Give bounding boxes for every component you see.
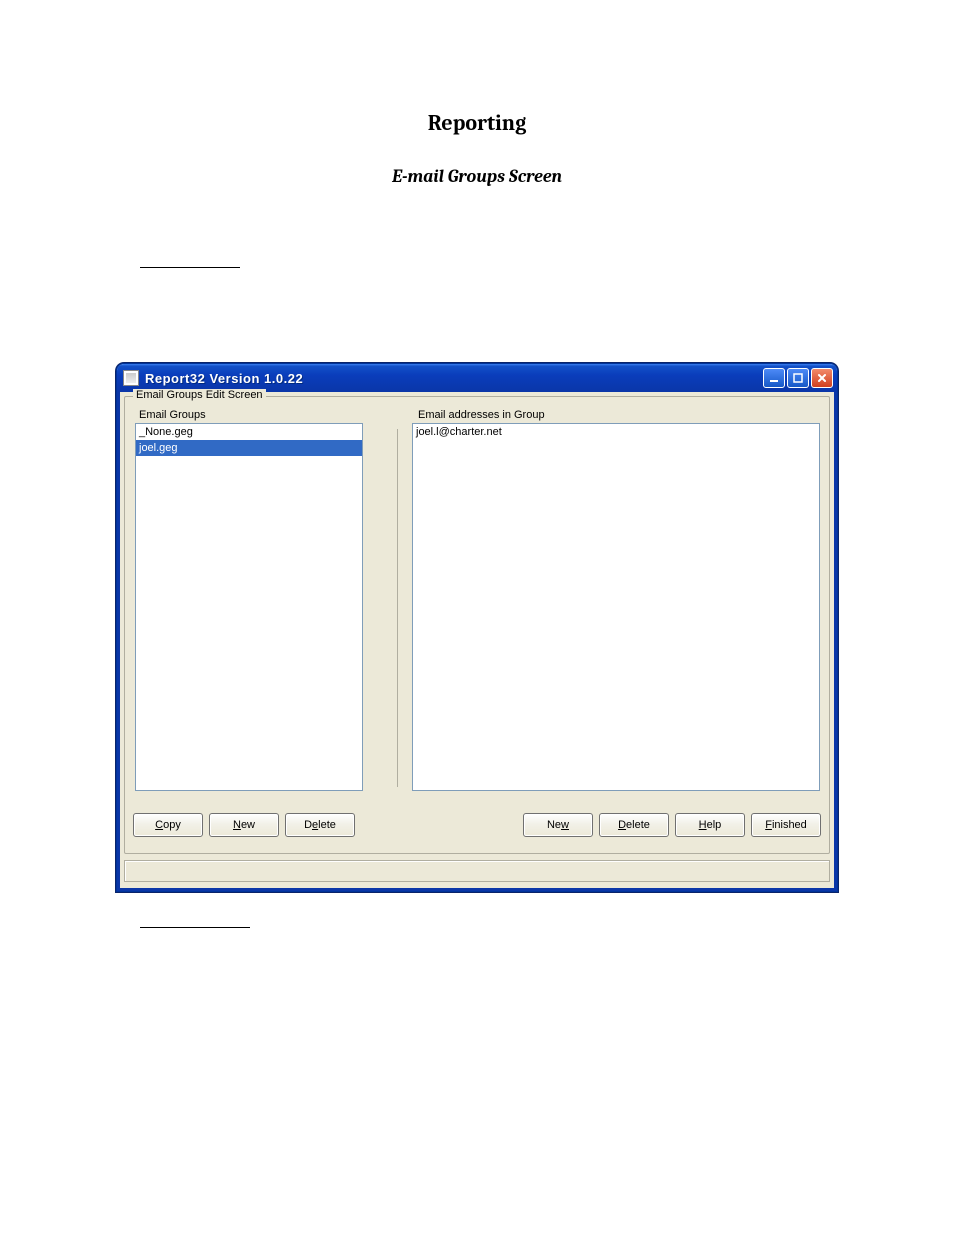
app-window: Report32 Version 1.0.22 Email Groups Edi… (116, 363, 838, 892)
finished-button[interactable]: Finished (751, 813, 821, 837)
groupbox-email-groups-edit: Email Groups Edit Screen Email Groups _N… (124, 396, 830, 854)
email-addresses-listbox[interactable]: joel.l@charter.net (412, 423, 820, 791)
column-email-groups: Email Groups _None.gegjoel.geg Copy New … (133, 409, 383, 837)
close-icon (817, 373, 827, 383)
help-button[interactable]: Help (675, 813, 745, 837)
window-buttons (763, 368, 833, 388)
statusbar (124, 860, 830, 882)
divider (140, 267, 240, 268)
page-subtitle: E-mail Groups Screen (0, 166, 954, 187)
list-item[interactable]: joel.geg (136, 440, 362, 456)
maximize-icon (793, 373, 803, 383)
delete-group-button[interactable]: Delete (285, 813, 355, 837)
minimize-button[interactable] (763, 368, 785, 388)
new-group-button[interactable]: New (209, 813, 279, 837)
new-address-button[interactable]: New (523, 813, 593, 837)
email-groups-button-row: Copy New Delete (133, 813, 383, 837)
delete-address-button[interactable]: Delete (599, 813, 669, 837)
document-page: Reporting E-mail Groups Screen Report32 … (0, 0, 954, 1235)
maximize-button[interactable] (787, 368, 809, 388)
minimize-icon (769, 373, 779, 383)
list-item[interactable]: joel.l@charter.net (413, 424, 819, 440)
email-addresses-label: Email addresses in Group (418, 409, 821, 421)
column-separator (397, 429, 398, 787)
email-groups-label: Email Groups (139, 409, 383, 421)
page-title: Reporting (0, 110, 954, 136)
copy-button[interactable]: Copy (133, 813, 203, 837)
email-addresses-button-row: New Delete Help Finished (412, 813, 821, 837)
divider (140, 927, 250, 928)
app-icon (123, 370, 139, 386)
groupbox-title: Email Groups Edit Screen (133, 389, 266, 401)
window-title: Report32 Version 1.0.22 (145, 371, 303, 386)
columns: Email Groups _None.gegjoel.geg Copy New … (133, 409, 821, 837)
list-item[interactable]: _None.geg (136, 424, 362, 440)
titlebar[interactable]: Report32 Version 1.0.22 (117, 364, 837, 392)
column-email-addresses: Email addresses in Group joel.l@charter.… (412, 409, 821, 837)
close-button[interactable] (811, 368, 833, 388)
window-body: Email Groups Edit Screen Email Groups _N… (117, 392, 837, 891)
email-groups-listbox[interactable]: _None.gegjoel.geg (135, 423, 363, 791)
